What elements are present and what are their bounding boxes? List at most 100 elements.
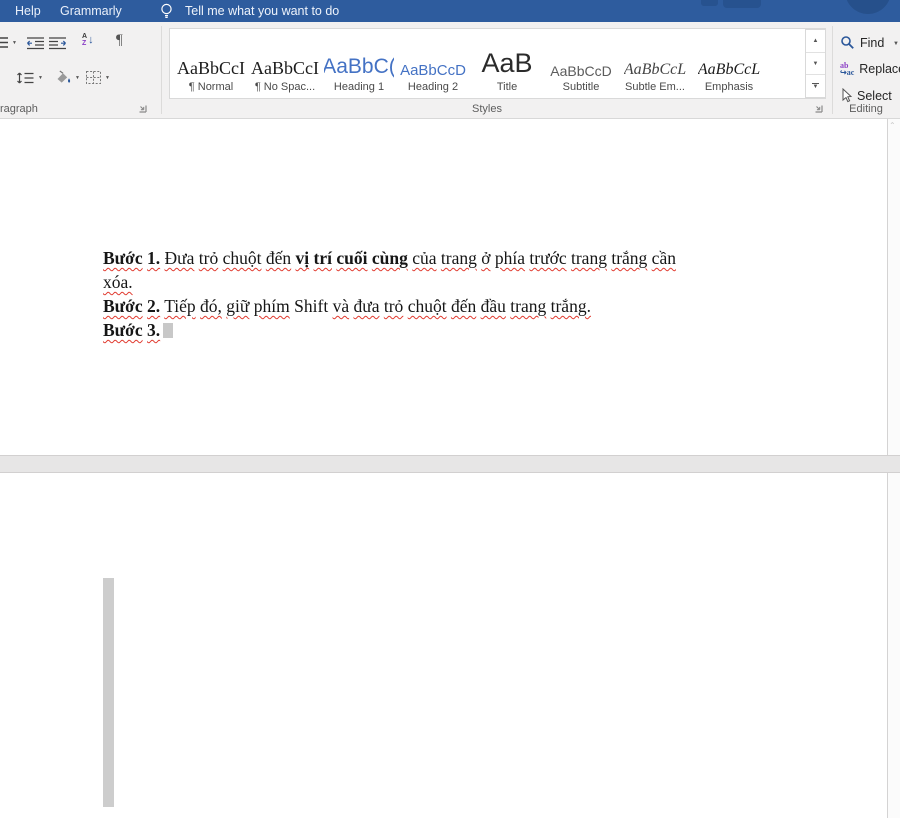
tell-me-search[interactable]: Tell me what you want to do — [185, 0, 339, 22]
blank-page-selection-bar[interactable] — [103, 578, 114, 807]
style-heading-1[interactable]: AaBbC( Heading 1 — [324, 31, 394, 96]
word: trắng — [611, 248, 647, 268]
word: vị — [296, 248, 310, 268]
word: phím — [254, 296, 290, 316]
word: ở — [481, 248, 490, 268]
word: Tiếp — [164, 296, 195, 316]
style-subtle-emphasis[interactable]: AaBbCcL Subtle Em... — [620, 31, 690, 96]
style-title[interactable]: AaB Title — [472, 31, 542, 96]
chevron-down-icon: ▼ — [893, 41, 899, 47]
word: trỏ — [199, 248, 218, 268]
pilcrow-icon: ¶ — [116, 32, 123, 49]
word: của — [412, 248, 436, 268]
ribbon-tab-bar: Help Grammarly Tell me what you want to … — [0, 0, 900, 22]
line-spacing-button[interactable]: ▼ — [16, 70, 43, 86]
word: trang — [571, 248, 607, 268]
selected-paragraph-mark — [163, 323, 173, 338]
word: trang — [441, 248, 477, 268]
paragraph-dialog-launcher[interactable] — [137, 103, 149, 115]
style-no-spacing[interactable]: AaBbCcI ¶ No Spac... — [250, 31, 320, 96]
group-separator — [832, 26, 833, 114]
word: trỏ — [384, 296, 403, 316]
editing-group-label: Editing — [832, 103, 900, 115]
account-avatar[interactable] — [845, 0, 891, 14]
select-label: Select — [857, 89, 892, 103]
word: đó, — [200, 296, 222, 316]
scrollbar-up-hint[interactable]: ⌃ — [889, 121, 896, 130]
gallery-scroll-down-button[interactable]: ▼ — [806, 53, 825, 76]
paragraph-group-label: ragraph — [0, 103, 38, 115]
word: giữ — [226, 296, 249, 316]
style-heading-2[interactable]: AaBbCcD Heading 2 — [398, 31, 468, 96]
style-preview: AaBbCcL — [624, 31, 686, 81]
word: phía — [495, 248, 525, 268]
style-preview: AaBbCcD — [400, 31, 466, 81]
replace-button[interactable]: ab↪ac Replace — [840, 62, 900, 76]
document-line[interactable]: Bước 2. Tiếp đó, giữ phím Shift và đưa t… — [103, 294, 676, 318]
decrease-indent-button[interactable] — [26, 36, 45, 50]
styles-group-label: Styles — [169, 103, 805, 115]
word: Bước — [103, 320, 143, 340]
style-name: Heading 1 — [334, 81, 384, 96]
word: chuột — [408, 296, 447, 316]
gallery-more-button[interactable]: ▼ — [806, 75, 825, 97]
style-normal[interactable]: AaBbCcI ¶ Normal — [176, 31, 246, 96]
style-preview: AaB — [481, 31, 532, 81]
style-preview: AaBbCcL — [698, 31, 760, 81]
tab-help[interactable]: Help — [13, 0, 43, 22]
lightbulb-icon — [159, 3, 174, 20]
replace-icon: ab↪ac — [840, 62, 854, 76]
find-label: Find — [860, 36, 884, 50]
word: cùng — [372, 248, 408, 268]
word: 2. — [147, 296, 160, 316]
word: đầu — [481, 296, 506, 316]
show-paragraph-marks-button[interactable]: ¶ — [116, 32, 123, 49]
document-page-2[interactable] — [0, 473, 888, 818]
document-line[interactable]: Bước 3. — [103, 318, 676, 342]
styles-dialog-launcher[interactable] — [813, 103, 825, 115]
shading-button[interactable]: ▼ — [54, 70, 80, 85]
style-name: Heading 2 — [408, 81, 458, 96]
style-emphasis[interactable]: AaBbCcL Emphasis — [694, 31, 764, 96]
select-button[interactable]: Select — [840, 88, 892, 103]
page-gap — [0, 455, 900, 473]
style-name: Title — [497, 81, 517, 96]
group-separator — [161, 26, 162, 114]
style-subtitle[interactable]: AaBbCcD Subtitle — [546, 31, 616, 96]
word: trước — [529, 248, 566, 268]
document-line[interactable]: Bước 1. Đưa trỏ chuột đến vị trí cuối cù… — [103, 246, 676, 270]
style-name: ¶ No Spac... — [255, 81, 315, 96]
word: Bước — [103, 248, 143, 268]
titlebar-artifact — [701, 0, 718, 6]
word: 3. — [147, 320, 160, 340]
word: và — [333, 296, 350, 316]
word: 1. — [147, 248, 160, 268]
multilevel-list-button[interactable]: ▼ — [0, 36, 17, 50]
increase-indent-button[interactable] — [48, 36, 67, 50]
word: cuối — [336, 248, 367, 268]
tab-grammarly[interactable]: Grammarly — [58, 0, 124, 22]
ribbon: ▼ AZ ↓ ¶ ▼ ▼ ▼ ragraph AaBbCcI ¶ Normal — [0, 22, 900, 119]
select-cursor-icon — [840, 88, 852, 103]
word: Shift — [294, 296, 328, 316]
style-preview: AaBbCcI — [177, 31, 245, 81]
borders-button[interactable]: ▼ — [85, 70, 110, 85]
word: trắng. — [551, 296, 591, 316]
sort-button[interactable]: AZ ↓ — [82, 33, 94, 47]
style-preview: AaBbCcI — [251, 31, 319, 81]
gallery-scroll-up-button[interactable]: ▲ — [806, 30, 825, 53]
style-name: Emphasis — [705, 81, 753, 96]
word: trang — [510, 296, 546, 316]
replace-label: Replace — [859, 62, 900, 76]
document-line[interactable]: xóa. — [103, 270, 676, 294]
word: đến — [266, 248, 291, 268]
find-button[interactable]: Find — [840, 35, 884, 50]
word: Bước — [103, 296, 143, 316]
chevron-down-icon: ▼ — [105, 75, 110, 81]
chevron-down-icon: ▼ — [75, 75, 80, 81]
chevron-down-icon: ▼ — [12, 40, 17, 46]
word: trí — [314, 248, 332, 268]
word: chuột — [223, 248, 262, 268]
style-preview: AaBbCcD — [550, 31, 611, 81]
sort-az-icon: AZ ↓ — [82, 33, 94, 47]
